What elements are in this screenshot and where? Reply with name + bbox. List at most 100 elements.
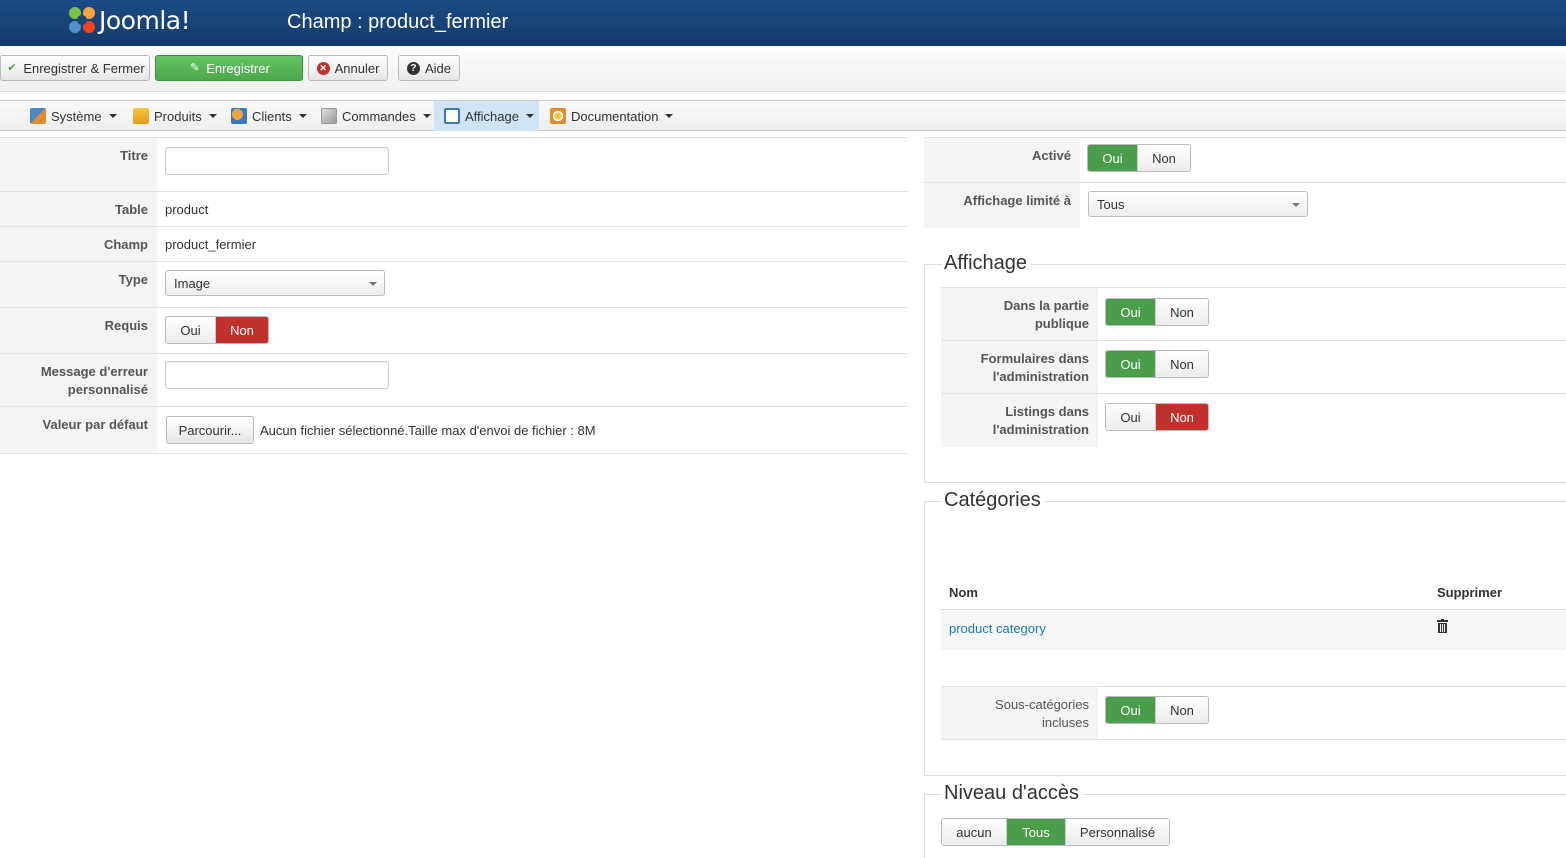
default-value-row: Valeur par défaut Parcourir... Aucun fic… bbox=[0, 406, 908, 454]
browse-button[interactable]: Parcourir... bbox=[166, 416, 254, 444]
categories-fieldset-left bbox=[924, 501, 925, 776]
affichage-legend: Affichage bbox=[942, 252, 1032, 275]
menu-item-affichage[interactable]: Affichage bbox=[434, 101, 539, 131]
titre-label: Titre bbox=[0, 138, 157, 192]
listings-toggle: Oui Non bbox=[1105, 403, 1209, 431]
menu-item-documentation[interactable]: Documentation bbox=[550, 101, 674, 131]
requis-no-button[interactable]: Non bbox=[216, 317, 268, 343]
check-icon: ✔ bbox=[7, 61, 17, 74]
subcategories-label-line1: Sous-catégories bbox=[995, 697, 1089, 712]
listings-no-button[interactable]: Non bbox=[1156, 404, 1208, 430]
public-label-line1: Dans la partie bbox=[1003, 298, 1089, 313]
titre-row: Titre bbox=[0, 137, 908, 192]
forms-label: Formulaires dans l'administration bbox=[941, 341, 1098, 394]
listings-row: Listings dans l'administration Oui Non bbox=[941, 393, 1566, 447]
requis-toggle: Oui Non bbox=[165, 316, 269, 344]
public-label-line2: publique bbox=[1034, 316, 1089, 331]
documentation-icon bbox=[550, 108, 566, 124]
cancel-button[interactable]: ✕ Annuler bbox=[308, 55, 388, 81]
category-link[interactable]: product category bbox=[949, 621, 1046, 636]
display-limit-label: Affichage limité à bbox=[924, 183, 1080, 228]
type-row: Type Image bbox=[0, 261, 908, 308]
help-icon: ? bbox=[406, 61, 420, 75]
forms-no-button[interactable]: Non bbox=[1156, 351, 1208, 377]
access-all-button[interactable]: Tous bbox=[1007, 819, 1066, 845]
help-label: Aide bbox=[424, 60, 452, 76]
caret-down-icon bbox=[108, 114, 117, 118]
default-value-label: Valeur par défaut bbox=[0, 407, 157, 453]
users-icon bbox=[231, 108, 247, 124]
trash-icon[interactable] bbox=[1437, 619, 1448, 633]
subcategories-yes-button[interactable]: Oui bbox=[1106, 697, 1156, 723]
edit-icon: ✎ bbox=[190, 61, 200, 74]
access-none-button[interactable]: aucun bbox=[942, 819, 1007, 845]
no-file-text: Aucun fichier sélectionné. bbox=[260, 423, 409, 438]
champ-value: product_fermier bbox=[165, 237, 257, 252]
titre-input[interactable] bbox=[165, 147, 389, 175]
caret-down-icon bbox=[208, 114, 217, 118]
menu-item-clients[interactable]: Clients bbox=[231, 101, 307, 131]
save-close-button[interactable]: ✔ Enregistrer & Fermer bbox=[0, 55, 150, 81]
cancel-icon: ✕ bbox=[316, 61, 330, 75]
categories-legend: Catégories bbox=[942, 489, 1045, 512]
public-toggle: Oui Non bbox=[1105, 298, 1209, 326]
table-row: Table product bbox=[0, 191, 908, 227]
display-limit-row: Affichage limité à Tous bbox=[924, 182, 1566, 228]
main-menu: Système Produits Clients Commandes Affic… bbox=[0, 100, 1566, 131]
save-button[interactable]: ✎ Enregistrer bbox=[155, 55, 303, 81]
active-toggle: Oui Non bbox=[1087, 144, 1191, 172]
subcategories-label-line2: incluses bbox=[1042, 715, 1089, 730]
listings-label: Listings dans l'administration bbox=[941, 394, 1098, 447]
subcategories-label: Sous-catégories incluses bbox=[941, 687, 1098, 739]
requis-yes-button[interactable]: Oui bbox=[166, 317, 216, 343]
requis-row: Requis Oui Non bbox=[0, 307, 908, 354]
display-limit-value: Tous bbox=[1097, 197, 1125, 212]
menu-label: Produits bbox=[154, 108, 202, 124]
caret-down-icon bbox=[525, 114, 534, 118]
forms-toggle: Oui Non bbox=[1105, 350, 1209, 378]
active-no-button[interactable]: Non bbox=[1138, 145, 1190, 171]
menu-item-commandes[interactable]: Commandes bbox=[321, 101, 431, 131]
tools-icon bbox=[30, 108, 46, 124]
subcategories-toggle: Oui Non bbox=[1105, 696, 1209, 724]
top-header: Joomla! Champ : product_fermier bbox=[0, 0, 1566, 46]
cancel-label: Annuler bbox=[334, 60, 380, 76]
public-label: Dans la partie publique bbox=[941, 288, 1098, 341]
forms-label-line1: Formulaires dans bbox=[980, 351, 1089, 366]
error-message-label-line1: Message d'erreur bbox=[40, 364, 148, 379]
select-arrow-icon bbox=[1292, 203, 1300, 207]
page-title: Champ : product_fermier bbox=[287, 11, 509, 33]
menu-item-systeme[interactable]: Système bbox=[30, 101, 117, 131]
menu-label: Clients bbox=[252, 108, 292, 124]
access-custom-button[interactable]: Personnalisé bbox=[1066, 819, 1169, 845]
joomla-logo-icon bbox=[69, 7, 95, 33]
select-arrow-icon bbox=[369, 282, 377, 286]
public-yes-button[interactable]: Oui bbox=[1106, 299, 1156, 325]
type-select-value: Image bbox=[174, 276, 211, 291]
public-no-button[interactable]: Non bbox=[1156, 299, 1208, 325]
categories-col-delete: Supprimer bbox=[1437, 585, 1503, 600]
affichage-fieldset-bottom bbox=[924, 482, 1566, 483]
display-limit-select[interactable]: Tous bbox=[1088, 191, 1308, 217]
requis-label: Requis bbox=[0, 308, 157, 354]
subcategories-no-button[interactable]: Non bbox=[1156, 697, 1208, 723]
error-message-input[interactable] bbox=[165, 361, 389, 389]
menu-label: Affichage bbox=[465, 108, 519, 124]
active-yes-button[interactable]: Oui bbox=[1088, 145, 1138, 171]
menu-label: Commandes bbox=[342, 108, 416, 124]
table-row: product category bbox=[941, 609, 1566, 650]
listings-yes-button[interactable]: Oui bbox=[1106, 404, 1156, 430]
orders-icon bbox=[321, 108, 337, 124]
active-row: Activé Oui Non bbox=[924, 137, 1566, 183]
champ-row: Champ product_fermier bbox=[0, 226, 908, 262]
menu-item-produits[interactable]: Produits bbox=[133, 101, 217, 131]
access-legend: Niveau d'accès bbox=[942, 782, 1083, 805]
joomla-logo[interactable]: Joomla! bbox=[66, 4, 216, 38]
subcategories-row: Sous-catégories incluses Oui Non bbox=[941, 686, 1566, 740]
caret-down-icon bbox=[665, 114, 674, 118]
forms-row: Formulaires dans l'administration Oui Non bbox=[941, 340, 1566, 394]
affichage-fieldset-left bbox=[924, 264, 925, 483]
forms-yes-button[interactable]: Oui bbox=[1106, 351, 1156, 377]
type-select[interactable]: Image bbox=[165, 270, 385, 296]
help-button[interactable]: ? Aide bbox=[398, 55, 460, 81]
